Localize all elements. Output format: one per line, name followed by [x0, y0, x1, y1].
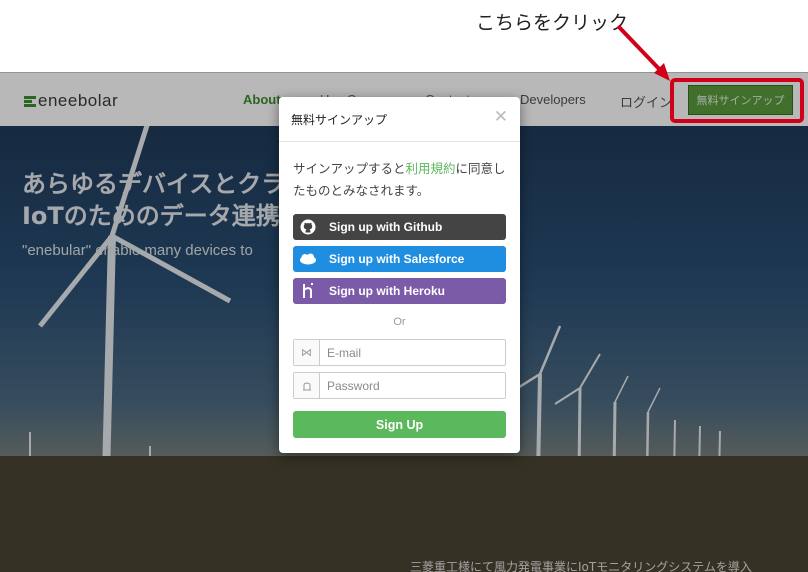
- modal-header: 無料サインアップ ✕: [279, 97, 520, 142]
- github-signup-button[interactable]: Sign up with Github: [293, 214, 506, 240]
- signup-submit-button[interactable]: Sign Up: [293, 411, 506, 438]
- salesforce-cloud-icon: [299, 250, 317, 268]
- close-icon[interactable]: ✕: [494, 107, 508, 127]
- email-field: ⋈: [293, 339, 506, 366]
- salesforce-signup-label: Sign up with Salesforce: [329, 252, 465, 266]
- annotation-callout: こちらをクリック: [476, 12, 629, 34]
- signup-modal: 無料サインアップ ✕ サインアップすると利用規約に同意したものとみなされます。 …: [279, 97, 520, 453]
- terms-prefix: サインアップすると: [293, 161, 406, 176]
- github-signup-label: Sign up with Github: [329, 220, 443, 234]
- modal-body: サインアップすると利用規約に同意したものとみなされます。 Sign up wit…: [279, 158, 520, 438]
- heroku-icon: [299, 282, 317, 300]
- heroku-signup-button[interactable]: Sign up with Heroku: [293, 278, 506, 304]
- terms-link[interactable]: 利用規約: [406, 161, 456, 176]
- or-divider: Or: [393, 316, 406, 328]
- mail-icon: ⋈: [294, 340, 320, 365]
- password-field: [293, 372, 506, 399]
- terms-text: サインアップすると利用規約に同意したものとみなされます。: [293, 158, 506, 202]
- bell-lock-icon: [294, 373, 320, 398]
- annotation-highlight-box: [670, 78, 804, 123]
- github-icon: [299, 218, 317, 236]
- email-input[interactable]: [320, 340, 505, 365]
- heroku-signup-label: Sign up with Heroku: [329, 284, 445, 298]
- modal-title: 無料サインアップ: [291, 113, 388, 127]
- salesforce-signup-button[interactable]: Sign up with Salesforce: [293, 246, 506, 272]
- password-input[interactable]: [320, 373, 505, 398]
